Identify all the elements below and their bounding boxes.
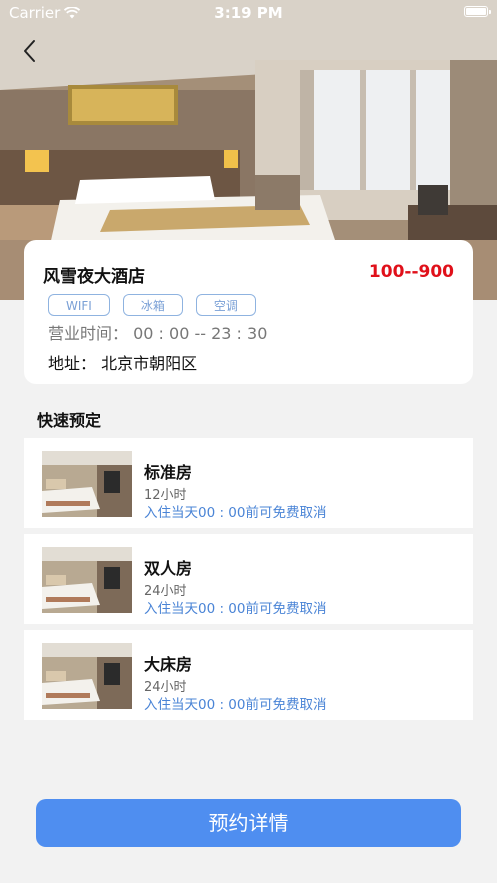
room-item-king[interactable]: 大床房 24小时 入住当天00 : 00前可免费取消 [24,630,473,720]
amenity-tag-ac: 空调 [195,294,256,316]
room-cancel-policy: 入住当天00 : 00前可免费取消 [144,601,327,617]
quick-booking-title: 快速预定 [37,411,102,430]
room-thumbnail [42,451,132,517]
booking-details-button[interactable]: 预约详情 [36,799,461,847]
hotel-info-card: 风雪夜大酒店 100--900 WIFI 冰箱 空调 营业时间： 00 : 00… [24,240,473,384]
amenity-tag-fridge: 冰箱 [122,294,183,316]
business-hours: 营业时间： 00 : 00 -- 23 : 30 [48,324,268,343]
room-cancel-policy: 入住当天00 : 00前可免费取消 [144,505,327,521]
chevron-left-icon [24,40,35,62]
room-thumbnail [42,547,132,613]
room-item-double[interactable]: 双人房 24小时 入住当天00 : 00前可免费取消 [24,534,473,624]
room-cancel-policy: 入住当天00 : 00前可免费取消 [144,697,327,713]
amenity-tag-wifi: WIFI [48,294,110,316]
room-name: 双人房 [144,559,193,578]
price-range: 100--900 [368,262,454,282]
hotel-address: 地址： 北京市朝阳区 [48,354,198,373]
hotel-name: 风雪夜大酒店 [43,267,145,287]
battery-icon [464,6,491,17]
amenity-tags: WIFI 冰箱 空调 [48,294,256,316]
status-time: 3:19 PM [214,4,283,22]
room-item-standard[interactable]: 标准房 12小时 入住当天00 : 00前可免费取消 [24,438,473,528]
back-button[interactable] [18,36,44,66]
room-name: 标准房 [144,463,193,482]
room-name: 大床房 [144,655,193,674]
status-bar: Carrier 3:19 PM [0,0,497,26]
room-thumbnail [42,643,132,709]
